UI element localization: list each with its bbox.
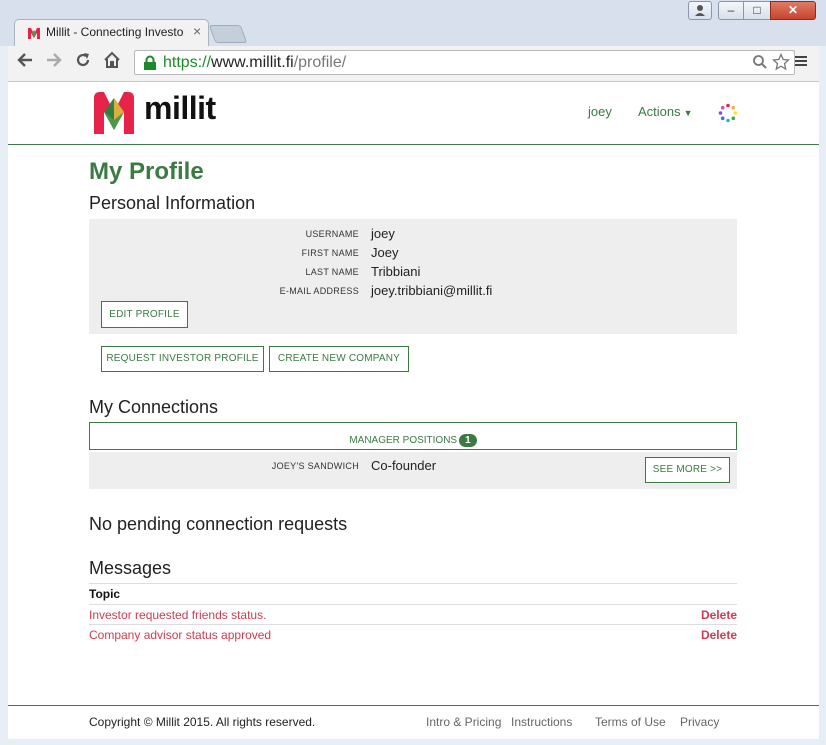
connections-heading: My Connections <box>89 397 219 417</box>
manager-positions-bar[interactable]: MANAGER POSITIONS 1 <box>89 422 737 450</box>
millit-favicon-icon <box>28 28 40 39</box>
lock-icon <box>144 55 156 70</box>
topic-column-header: Topic <box>89 587 121 601</box>
color-wheel-icon[interactable] <box>718 103 738 123</box>
field-label: FIRST NAME <box>301 248 359 258</box>
manager-positions-label: MANAGER POSITIONS 1 <box>349 434 477 447</box>
role-value: Co-founder <box>371 458 437 473</box>
copyright-text: Copyright © Millit 2015. All rights rese… <box>89 715 316 729</box>
personal-info-panel: USERNAME joey FIRST NAME Joey LAST NAME … <box>89 219 737 334</box>
forward-icon[interactable] <box>43 51 65 73</box>
footer-link-intro-pricing[interactable]: Intro & Pricing <box>426 715 501 729</box>
delete-message-link[interactable]: Delete <box>701 608 737 622</box>
web-page: millit joey Actions ▼ My Profile Personal… <box>8 82 819 739</box>
create-new-company-button[interactable]: CREATE NEW COMPANY <box>269 346 409 372</box>
request-investor-profile-button[interactable]: REQUEST INVESTOR PROFILE <box>101 346 264 372</box>
page-title: My Profile <box>89 158 204 185</box>
field-value: joey <box>371 226 395 241</box>
caret-down-icon: ▼ <box>683 108 693 118</box>
logo-text[interactable]: millit <box>144 90 216 127</box>
user-profile-icon[interactable] <box>688 1 712 20</box>
field-value: Tribbiani <box>371 264 421 279</box>
field-label: E-MAIL ADDRESS <box>279 286 359 296</box>
count-badge: 1 <box>459 434 477 447</box>
personal-info-heading: Personal Information <box>89 193 256 213</box>
home-icon[interactable] <box>101 51 123 73</box>
field-value: Joey <box>371 245 399 260</box>
site-footer: Copyright © Millit 2015. All rights rese… <box>8 705 819 739</box>
footer-link-instructions[interactable]: Instructions <box>511 715 572 729</box>
title-bar: – □ ✕ Millit - Connecting Investo × <box>0 0 826 46</box>
message-text[interactable]: Investor requested friends status. <box>89 608 266 622</box>
delete-message-link[interactable]: Delete <box>701 628 737 642</box>
footer-link-terms[interactable]: Terms of Use <box>595 715 666 729</box>
connection-panel: JOEY'S SANDWICH Co-founder SEE MORE >> <box>89 452 737 489</box>
minimize-button[interactable]: – <box>718 1 744 20</box>
browser-window: – □ ✕ Millit - Connecting Investo × http… <box>0 0 826 745</box>
edit-profile-button[interactable]: EDIT PROFILE <box>101 301 188 328</box>
maximize-button[interactable]: □ <box>743 1 771 20</box>
new-tab-button[interactable] <box>208 25 248 43</box>
tab-close-icon[interactable]: × <box>193 23 201 39</box>
company-label: JOEY'S SANDWICH <box>271 461 359 471</box>
messages-heading: Messages <box>89 558 172 578</box>
actions-label: Actions <box>638 104 681 119</box>
site-header: millit joey Actions ▼ <box>8 82 819 145</box>
browser-tab[interactable]: Millit - Connecting Investo × <box>14 19 209 46</box>
field-label: LAST NAME <box>305 267 359 277</box>
pending-requests-text: No pending connection requests <box>89 514 348 534</box>
tab-title: Millit - Connecting Investo <box>46 25 184 39</box>
footer-link-privacy[interactable]: Privacy <box>680 715 719 729</box>
field-value: joey.tribbiani@millit.fi <box>371 283 493 298</box>
nav-user-link[interactable]: joey <box>588 104 612 119</box>
reload-icon[interactable] <box>72 51 94 73</box>
zoom-icon[interactable] <box>752 54 768 70</box>
url-text: https://www.millit.fi/profile/ <box>163 54 347 71</box>
address-bar[interactable]: https://www.millit.fi/profile/ <box>134 50 795 75</box>
browser-menu-icon[interactable] <box>791 52 811 72</box>
divider <box>89 624 737 625</box>
browser-toolbar: https://www.millit.fi/profile/ <box>8 46 819 82</box>
close-window-button[interactable]: ✕ <box>770 1 816 20</box>
message-text[interactable]: Company advisor status approved <box>89 628 271 642</box>
actions-dropdown[interactable]: Actions ▼ <box>638 104 693 119</box>
see-more-button[interactable]: SEE MORE >> <box>645 457 730 483</box>
millit-logo-icon[interactable] <box>92 90 136 136</box>
back-icon[interactable] <box>14 51 36 73</box>
divider <box>89 604 737 605</box>
bookmark-star-icon[interactable] <box>771 52 791 71</box>
divider <box>89 583 737 584</box>
field-label: USERNAME <box>305 229 359 239</box>
